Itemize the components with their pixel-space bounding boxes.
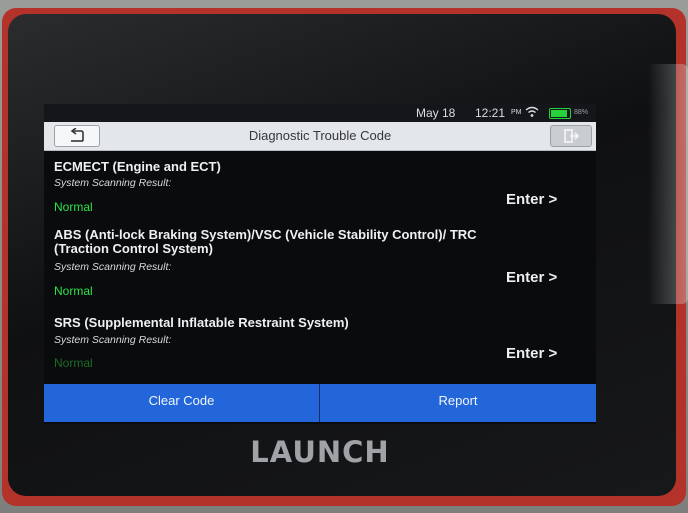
system-name: ABS (Anti-lock Braking System)/VSC (Vehi… bbox=[54, 227, 477, 256]
title-bar: Diagnostic Trouble Code bbox=[44, 122, 596, 151]
screen-glare bbox=[648, 64, 688, 304]
screen: May 18 12:21 PM 88% Diagnostic Trouble C… bbox=[44, 104, 596, 424]
page-title: Diagnostic Trouble Code bbox=[248, 128, 392, 143]
battery-level bbox=[551, 110, 567, 117]
scan-result-label: System Scanning Result: bbox=[54, 334, 172, 346]
scan-result-label: System Scanning Result: bbox=[54, 177, 172, 189]
enter-button[interactable]: Enter > bbox=[506, 190, 576, 210]
bottom-action-bar: Clear Code Report bbox=[44, 384, 596, 422]
enter-button[interactable]: Enter > bbox=[506, 344, 576, 364]
launch-logo: LAUNCH bbox=[250, 435, 390, 469]
enter-button[interactable]: Enter > bbox=[506, 268, 576, 288]
status-time: 12:21 bbox=[475, 106, 506, 120]
exit-icon bbox=[564, 129, 579, 143]
exit-button[interactable] bbox=[550, 125, 592, 147]
status-date: May 18 bbox=[416, 106, 456, 120]
battery-percent: 88% bbox=[574, 109, 589, 116]
system-name: ECMECT (Engine and ECT) bbox=[54, 159, 221, 174]
scan-result-value: Normal bbox=[54, 356, 93, 370]
scan-result-label: System Scanning Result: bbox=[54, 261, 172, 273]
system-row-srs[interactable]: SRS (Supplemental Inflatable Restraint S… bbox=[44, 316, 596, 378]
wifi-icon bbox=[525, 106, 539, 117]
status-bar: May 18 12:21 PM 88% bbox=[44, 104, 596, 122]
status-ampm: PM bbox=[511, 109, 522, 116]
scan-result-value: Normal bbox=[54, 200, 93, 214]
clear-code-button[interactable]: Clear Code bbox=[44, 384, 319, 422]
system-row-ecmect[interactable]: ECMECT (Engine and ECT) System Scanning … bbox=[44, 160, 596, 218]
battery-icon bbox=[549, 108, 571, 119]
system-row-abs-vsc-trc[interactable]: ABS (Anti-lock Braking System)/VSC (Vehi… bbox=[44, 228, 596, 302]
system-name: SRS (Supplemental Inflatable Restraint S… bbox=[54, 315, 349, 330]
report-button[interactable]: Report bbox=[320, 384, 596, 422]
scan-result-value: Normal bbox=[54, 284, 93, 298]
